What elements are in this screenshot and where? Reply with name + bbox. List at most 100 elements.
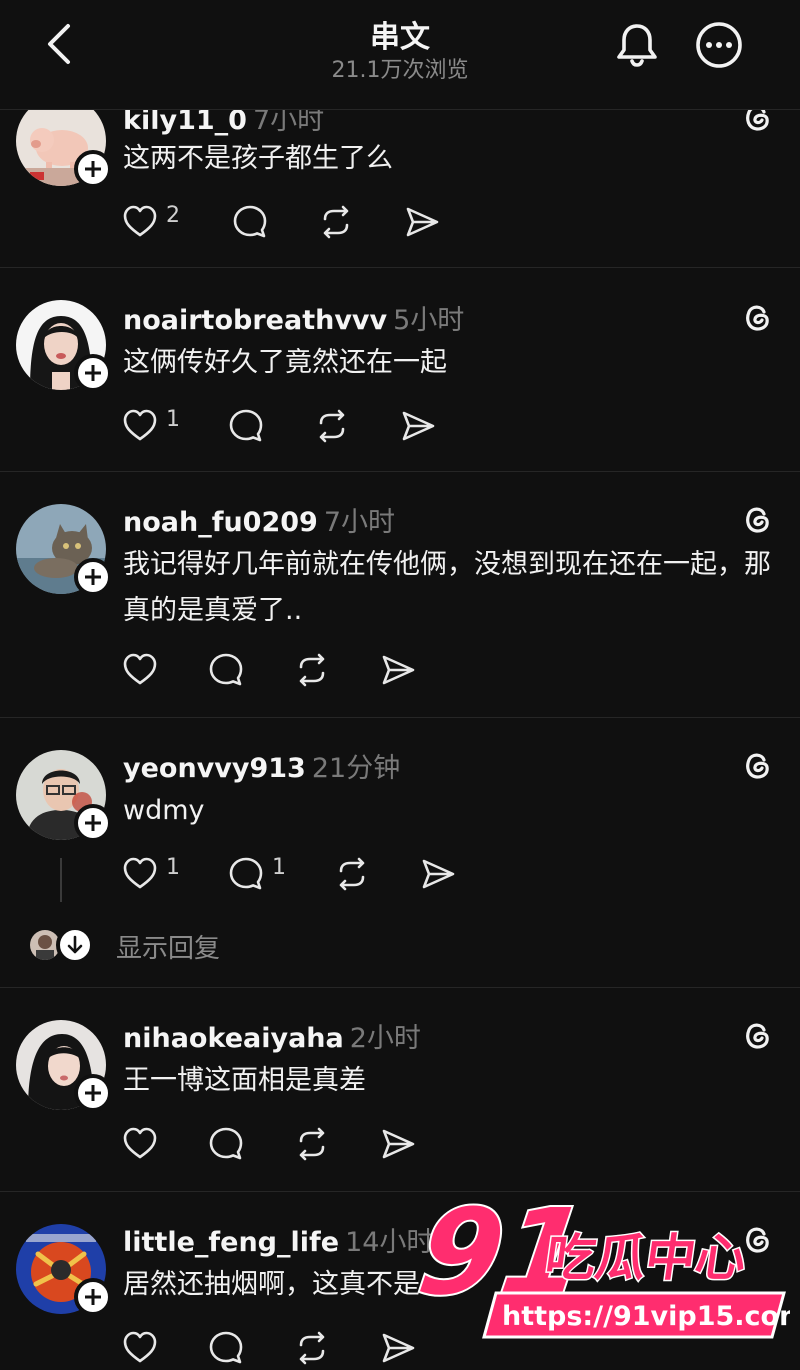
like-count: 1 xyxy=(166,855,180,880)
comment-item: yeonvvy913 21分钟 wdmy 1 1 显示回复 xyxy=(0,718,800,988)
repost-icon xyxy=(319,409,345,443)
repost-button[interactable] xyxy=(294,648,334,690)
share-button[interactable] xyxy=(404,200,444,242)
comment-bubble-icon xyxy=(229,857,263,890)
thread-line xyxy=(60,858,62,902)
avatar[interactable] xyxy=(16,1224,112,1316)
username[interactable]: yeonvvy913 xyxy=(123,753,306,784)
avatar[interactable] xyxy=(16,750,112,842)
repost-button[interactable] xyxy=(334,852,374,894)
repost-icon xyxy=(299,1127,325,1161)
comment-item: noah_fu0209 7小时 我记得好几年前就在传他俩，没想到现在还在一起，那真… xyxy=(0,472,800,718)
show-replies-label[interactable]: 显示回复 xyxy=(116,928,220,965)
follow-plus-icon[interactable] xyxy=(74,1278,112,1316)
watermark-url: https://91vip15.com xyxy=(502,1301,790,1332)
repost-icon xyxy=(299,653,325,687)
threads-icon[interactable] xyxy=(738,298,776,336)
comment-meta: nihaokeaiyaha 2小时 xyxy=(123,1016,421,1054)
repost-button[interactable] xyxy=(294,1326,334,1368)
page-title: 串文 xyxy=(370,20,430,55)
threads-icon[interactable] xyxy=(738,1016,776,1054)
comment-text: 这两不是孩子都生了么 xyxy=(123,143,393,174)
reply-button[interactable] xyxy=(208,1122,248,1164)
comment-meta: yeonvvy913 21分钟 xyxy=(123,746,400,784)
send-icon xyxy=(382,1129,415,1159)
show-replies-row[interactable]: 显示回复 xyxy=(30,926,430,970)
comment-item: noairtobreathvvv 5小时 这俩传好久了竟然还在一起 1 xyxy=(0,268,800,472)
reply-button[interactable] xyxy=(228,404,268,446)
send-icon xyxy=(422,859,455,889)
like-button[interactable] xyxy=(122,648,162,690)
like-button[interactable]: 1 xyxy=(122,852,192,894)
send-icon xyxy=(402,411,435,441)
reply-count: 1 xyxy=(272,855,286,880)
follow-plus-icon[interactable] xyxy=(74,354,112,392)
share-button[interactable] xyxy=(380,1122,420,1164)
share-button[interactable] xyxy=(420,852,460,894)
heart-icon xyxy=(123,1127,157,1159)
comment-feed: kily11_0 7小时 这两不是孩子都生了么 2 noairtobreathv… xyxy=(0,0,800,1370)
send-icon xyxy=(382,655,415,685)
reply-button[interactable] xyxy=(208,648,248,690)
repost-button[interactable] xyxy=(314,404,354,446)
repost-icon xyxy=(299,1331,325,1365)
like-button[interactable]: 2 xyxy=(122,200,192,242)
arrow-down-icon xyxy=(56,926,94,964)
username[interactable]: nihaokeaiyaha xyxy=(123,1023,344,1054)
reply-button[interactable]: 1 xyxy=(228,852,298,894)
threads-icon[interactable] xyxy=(738,746,776,784)
comment-bubble-icon xyxy=(209,1331,243,1364)
follow-plus-icon[interactable] xyxy=(74,150,112,188)
comment-bubble-icon xyxy=(229,409,263,442)
follow-plus-icon[interactable] xyxy=(74,804,112,842)
like-button[interactable] xyxy=(122,1326,162,1368)
repost-button[interactable] xyxy=(294,1122,334,1164)
more-options-button[interactable] xyxy=(694,20,744,70)
reply-button[interactable] xyxy=(232,200,272,242)
comment-meta: little_feng_life 14小时 xyxy=(123,1220,433,1258)
comment-bubble-icon xyxy=(209,653,243,686)
bell-icon xyxy=(617,24,657,67)
watermark-brand: 吃瓜中心 xyxy=(542,1228,750,1287)
username[interactable]: noah_fu0209 xyxy=(123,507,318,538)
comment-text: wdmy xyxy=(123,795,205,826)
follow-plus-icon[interactable] xyxy=(74,558,112,596)
watermark-logo: 91 吃瓜中心 https://91vip15.com xyxy=(409,1185,790,1339)
like-button[interactable]: 1 xyxy=(122,404,192,446)
share-button[interactable] xyxy=(380,648,420,690)
timestamp: 5小时 xyxy=(393,305,465,336)
username[interactable]: noairtobreathvvv xyxy=(123,305,387,336)
heart-icon xyxy=(123,653,157,685)
send-icon xyxy=(406,207,439,237)
comment-text: 我记得好几年前就在传他俩，没想到现在还在一起，那真的是真爱了.. xyxy=(123,549,771,626)
like-count: 2 xyxy=(166,203,180,228)
avatar[interactable] xyxy=(16,504,112,596)
comment-meta: noah_fu0209 7小时 xyxy=(123,500,396,538)
comment-text: 这俩传好久了竟然还在一起 xyxy=(123,347,447,378)
avatar[interactable] xyxy=(16,300,112,392)
threads-icon[interactable] xyxy=(738,500,776,538)
like-count: 1 xyxy=(166,407,180,432)
heart-icon xyxy=(123,857,157,889)
like-button[interactable] xyxy=(122,1122,162,1164)
top-bar: 串文 21.1万次浏览 xyxy=(0,0,800,110)
more-icon xyxy=(696,22,742,68)
comment-item: nihaokeaiyaha 2小时 王一博这面相是真差 xyxy=(0,988,800,1192)
comment-bubble-icon xyxy=(233,205,267,238)
timestamp: 7小时 xyxy=(323,507,396,538)
share-button[interactable] xyxy=(400,404,440,446)
heart-icon xyxy=(123,409,157,441)
timestamp: 2小时 xyxy=(349,1023,421,1054)
repost-icon xyxy=(323,205,349,239)
comment-meta: noairtobreathvvv 5小时 xyxy=(123,298,465,336)
heart-icon xyxy=(123,1331,157,1363)
view-count: 21.1万次浏览 xyxy=(331,58,469,83)
repost-button[interactable] xyxy=(318,200,358,242)
follow-plus-icon[interactable] xyxy=(74,1074,112,1112)
notification-button[interactable] xyxy=(612,20,662,70)
comment-text: 王一博这面相是真差 xyxy=(123,1065,366,1096)
reply-button[interactable] xyxy=(208,1326,248,1368)
avatar[interactable] xyxy=(16,1020,112,1112)
username[interactable]: little_feng_life xyxy=(123,1227,339,1258)
comment-bubble-icon xyxy=(209,1127,243,1160)
